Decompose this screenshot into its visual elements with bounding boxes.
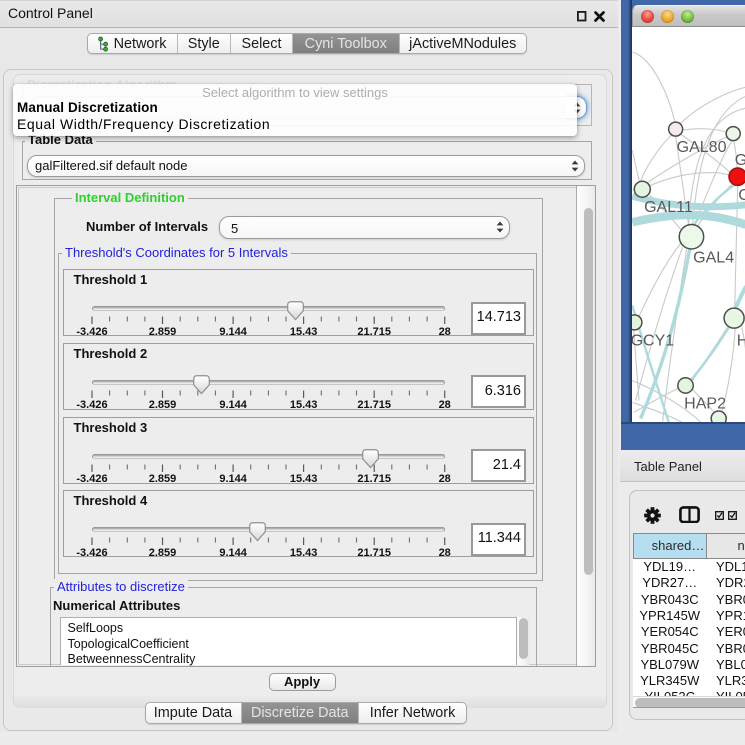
svg-text:HAP2: HAP2 <box>684 394 726 412</box>
svg-text:GAL4: GAL4 <box>693 248 734 266</box>
svg-text:GAL11: GAL11 <box>644 198 693 216</box>
svg-text:H: H <box>736 331 745 349</box>
svg-text:G…: G… <box>734 151 745 169</box>
svg-text:GCY1: GCY1 <box>632 331 674 349</box>
svg-text:GAL80: GAL80 <box>676 138 726 156</box>
svg-text:C…: C… <box>738 186 745 204</box>
